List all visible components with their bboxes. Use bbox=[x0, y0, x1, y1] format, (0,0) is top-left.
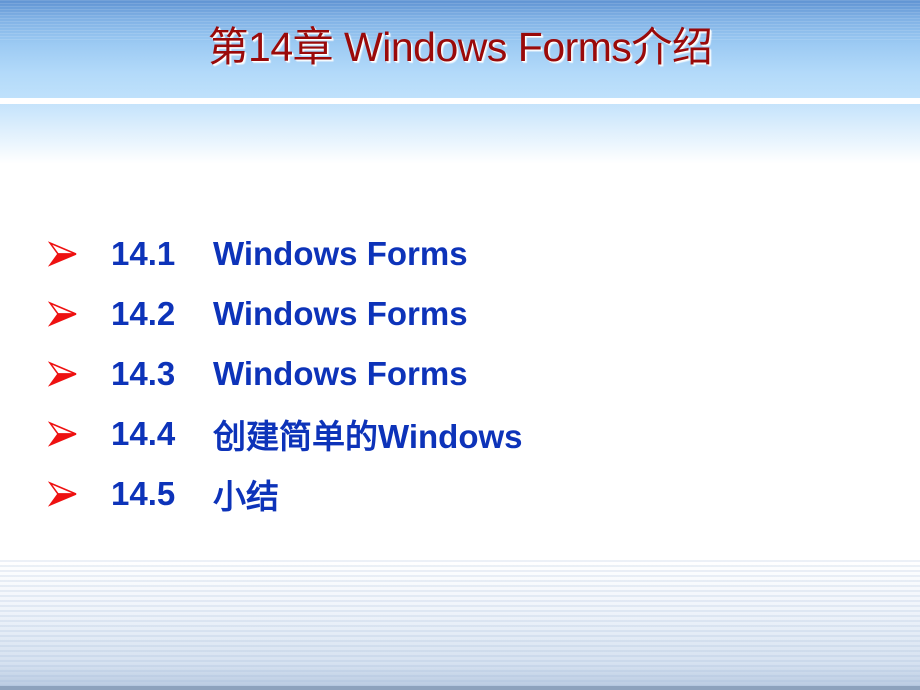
arrowhead-bullet-icon bbox=[48, 421, 78, 447]
toc-item[interactable]: 14.4 创建简单的Windows bbox=[48, 404, 523, 464]
arrowhead-bullet-icon bbox=[48, 241, 78, 267]
toc-item-number: 14.4 bbox=[111, 415, 176, 452]
toc-item-number: 14.1 bbox=[111, 235, 176, 272]
arrowhead-bullet-icon bbox=[48, 481, 78, 507]
slide: 第14章 Windows Forms介绍 14.1 Windows Forms … bbox=[0, 0, 920, 690]
toc-item[interactable]: 14.3 Windows Forms bbox=[48, 344, 523, 404]
toc-item[interactable]: 14.2 Windows Forms bbox=[48, 284, 523, 344]
toc-item-text: Windows Forms bbox=[213, 295, 468, 332]
footer-band bbox=[0, 560, 920, 690]
toc-item-number: 14.2 bbox=[111, 295, 176, 332]
toc-item-text: Windows Forms bbox=[213, 235, 468, 272]
toc-item-text: 小结 bbox=[213, 478, 279, 515]
toc-item[interactable]: 14.1 Windows Forms bbox=[48, 224, 523, 284]
toc-item-text: Windows Forms bbox=[213, 355, 468, 392]
arrowhead-bullet-icon bbox=[48, 301, 78, 327]
table-of-contents: 14.1 Windows Forms 14.2 Windows Forms 14… bbox=[48, 224, 523, 524]
footer-edge bbox=[0, 686, 920, 690]
toc-item-number: 14.5 bbox=[111, 475, 176, 512]
header-fade bbox=[0, 104, 920, 164]
toc-item-number: 14.3 bbox=[111, 355, 176, 392]
toc-item-text: 创建简单的Windows bbox=[213, 418, 523, 455]
arrowhead-bullet-icon bbox=[48, 361, 78, 387]
slide-title: 第14章 Windows Forms介绍 bbox=[207, 24, 713, 70]
toc-item[interactable]: 14.5 小结 bbox=[48, 464, 523, 524]
